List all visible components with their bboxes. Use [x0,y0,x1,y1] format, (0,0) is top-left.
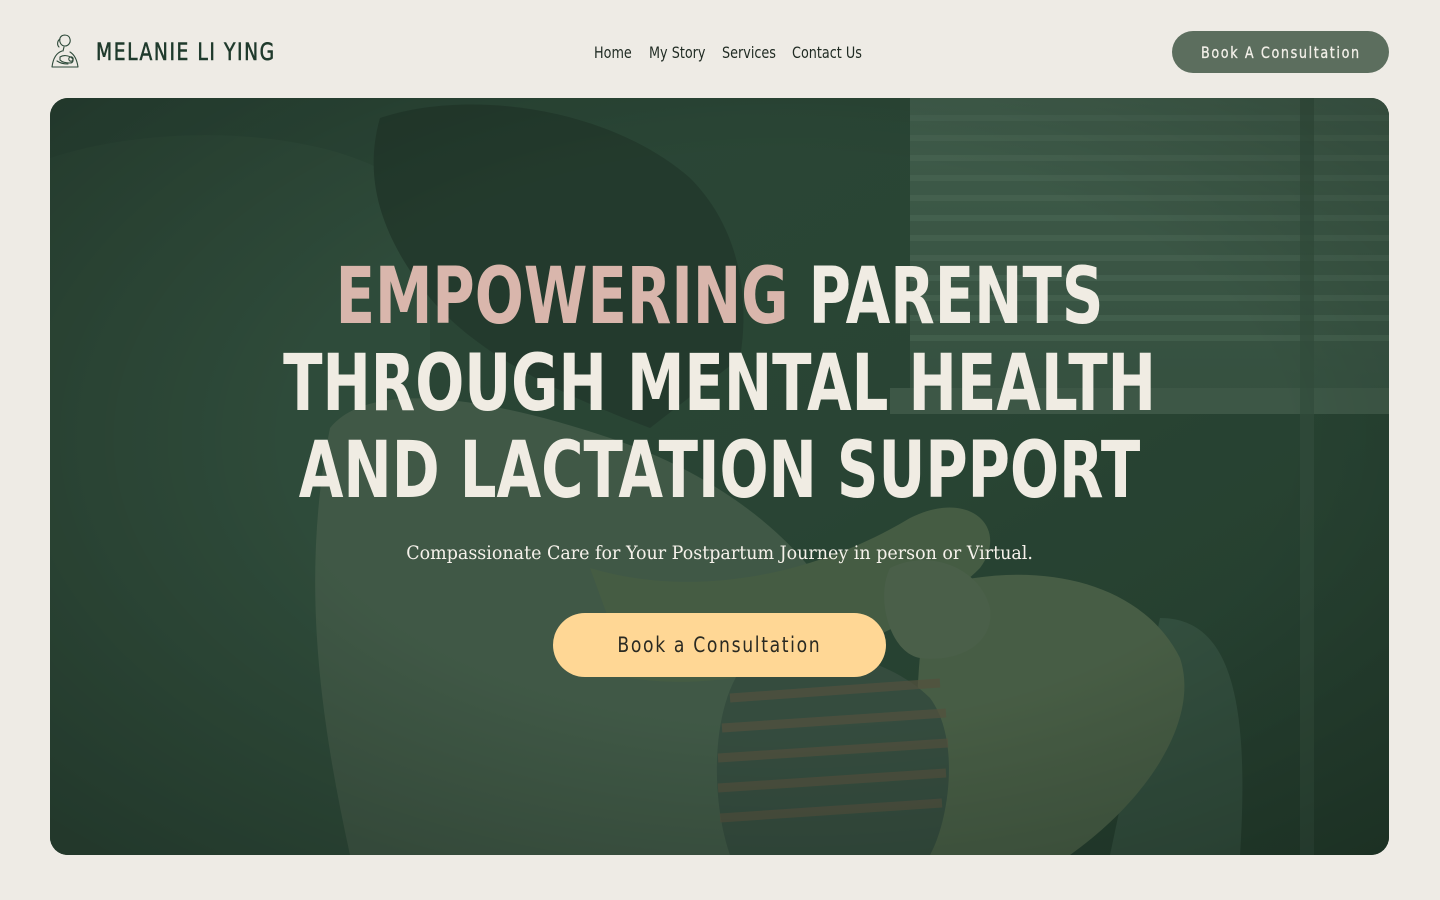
hero-cta-label: Book a Consultation [617,633,822,657]
hero-title-line-1-rest: PARENTS [788,252,1104,342]
nav-home[interactable]: Home [594,43,644,62]
main-nav: Home My Story Services Contact Us [594,40,864,64]
nav-my-story[interactable]: My Story [649,43,714,62]
brand-name: MELANIE LI YING [96,38,276,67]
site-header: MELANIE LI YING Home My Story Services C… [0,0,1440,98]
mother-baby-logo-icon [51,34,79,68]
nav-contact-us[interactable]: Contact Us [792,43,862,62]
brand-logo-link[interactable]: MELANIE LI YING [48,33,326,71]
hero-title-line-1: EMPOWERING PARENTS [224,254,1215,341]
hero-section: EMPOWERING PARENTS THROUGH MENTAL HEALTH… [50,98,1389,855]
hero-subtitle-text: Compassionate Care for Your Postpartum J… [406,542,1033,564]
hero-title-line-2: THROUGH MENTAL HEALTH [283,339,1156,429]
hero-title-line-3: AND LACTATION SUPPORT [298,426,1141,516]
hero-title: EMPOWERING PARENTS THROUGH MENTAL HEALTH… [50,254,1389,515]
hero-title-accent: EMPOWERING [335,252,789,342]
hero-content: EMPOWERING PARENTS THROUGH MENTAL HEALTH… [50,98,1389,855]
hero-book-consultation-button[interactable]: Book a Consultation [553,613,886,677]
header-cta-label: Book A Consultation [1200,42,1361,62]
hero-subtitle: Compassionate Care for Your Postpartum J… [50,542,1389,564]
header-book-consultation-button[interactable]: Book A Consultation [1172,31,1389,73]
nav-services[interactable]: Services [722,43,784,62]
